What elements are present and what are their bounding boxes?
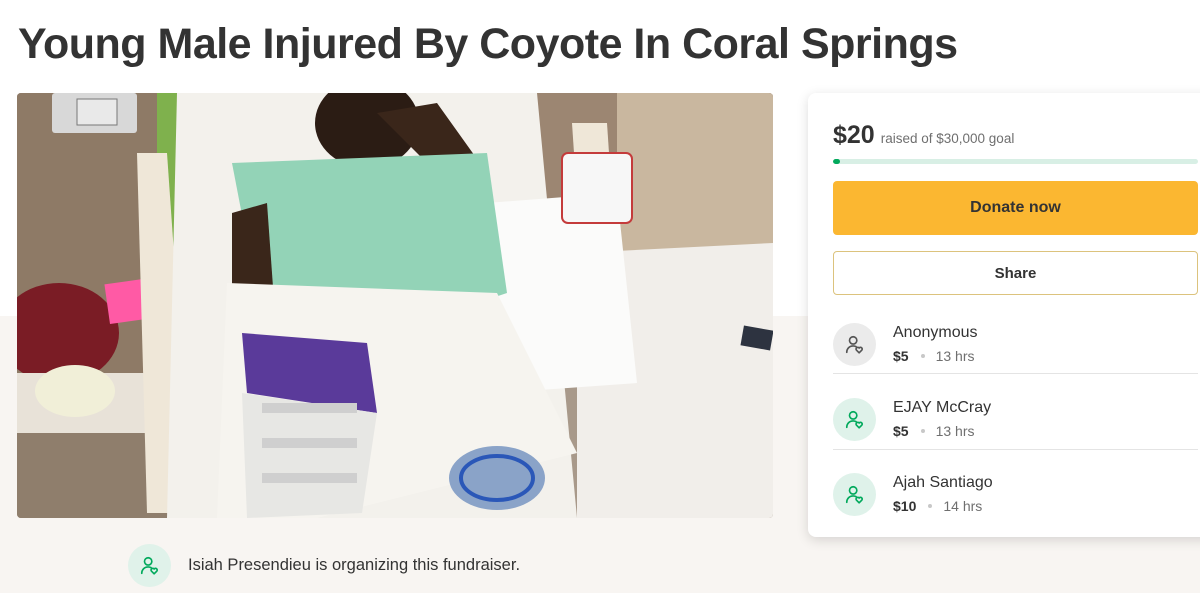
- user-heart-icon: [833, 473, 876, 516]
- organizer-row: Isiah Presendieu is organizing this fund…: [128, 544, 520, 587]
- donation-amount: $5: [893, 348, 909, 364]
- user-heart-icon: [833, 398, 876, 441]
- share-button[interactable]: Share: [833, 251, 1198, 295]
- progress-bar: [833, 159, 1198, 164]
- divider: [833, 449, 1198, 450]
- user-heart-icon: [128, 544, 171, 587]
- progress-bar-fill: [833, 159, 841, 164]
- donation-amount: $5: [893, 423, 909, 439]
- campaign-photo[interactable]: [17, 93, 773, 518]
- page-title: Young Male Injured By Coyote In Coral Sp…: [18, 20, 958, 68]
- donation-time: 13 hrs: [935, 348, 975, 364]
- donation-amount: $10: [893, 498, 917, 514]
- anonymous-user-icon: [833, 323, 876, 366]
- donation-time: 13 hrs: [935, 423, 975, 439]
- donation-meta: $5 13 hrs: [893, 423, 975, 439]
- separator-dot: [920, 354, 925, 358]
- donation-item: Ajah Santiago $10 14 hrs: [833, 460, 1198, 535]
- donation-card: $20 raised of $30,000 goal Donate now Sh…: [808, 93, 1200, 537]
- donation-time: 14 hrs: [943, 498, 983, 514]
- separator-dot: [928, 504, 933, 508]
- donate-now-button[interactable]: Donate now: [833, 181, 1198, 235]
- donor-name: Anonymous: [893, 324, 978, 341]
- donation-meta: $5 13 hrs: [893, 348, 975, 364]
- donor-name: EJAY McCray: [893, 399, 992, 416]
- raised-summary: $20 raised of $30,000 goal: [833, 121, 1014, 150]
- donor-name: Ajah Santiago: [893, 474, 993, 491]
- divider: [833, 373, 1198, 374]
- separator-dot: [920, 429, 925, 433]
- goal-text: raised of $30,000 goal: [880, 131, 1015, 146]
- organizer-text: Isiah Presendieu is organizing this fund…: [188, 556, 521, 574]
- hospital-bed-photo-illustration: [17, 93, 773, 518]
- raised-amount: $20: [833, 121, 875, 149]
- donation-meta: $10 14 hrs: [893, 498, 982, 514]
